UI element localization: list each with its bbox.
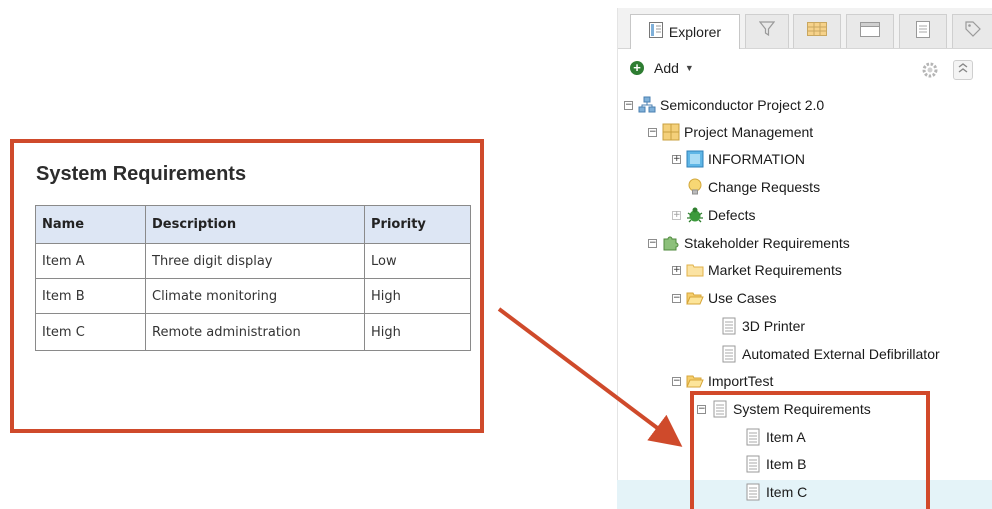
- tree-node-use-cases[interactable]: − Use Cases: [672, 287, 776, 309]
- document-title: System Requirements: [36, 163, 247, 185]
- column-header-priority: Priority: [364, 205, 471, 244]
- tree-node-label: Defects: [708, 207, 756, 223]
- requirements-table: Name Description Priority Item A Three d…: [35, 205, 471, 351]
- tag-icon: [964, 21, 981, 42]
- bug-icon: [686, 206, 704, 224]
- tab-tag[interactable]: [952, 14, 992, 48]
- tree-node-project-management[interactable]: − Project Management: [648, 121, 813, 143]
- information-icon: [686, 150, 704, 168]
- tab-window[interactable]: [846, 14, 894, 48]
- explorer-tab-icon: [648, 21, 663, 43]
- cell-priority: High: [364, 313, 471, 351]
- tree-node-importtest[interactable]: − ImportTest: [672, 370, 773, 392]
- window-icon: [860, 21, 880, 42]
- tree-node-defects[interactable]: + Defects: [672, 204, 755, 226]
- lightbulb-icon: [686, 178, 704, 196]
- tree-node-label: Market Requirements: [708, 262, 842, 278]
- panel-tabbar: Explorer: [618, 8, 992, 49]
- collapse-icon[interactable]: [953, 60, 973, 80]
- table-row: Item A Three digit display Low: [35, 243, 471, 279]
- add-button[interactable]: + Add ▼: [630, 60, 694, 76]
- tree-node-3d-printer[interactable]: 3D Printer: [720, 315, 805, 337]
- collapse-toggle[interactable]: −: [648, 238, 657, 248]
- doc-icon: [720, 345, 738, 363]
- cell-description: Climate monitoring: [145, 278, 365, 314]
- tree-node-label: Item A: [766, 429, 806, 445]
- collapse-toggle[interactable]: −: [672, 293, 681, 303]
- tree-node-information[interactable]: + INFORMATION: [672, 148, 805, 170]
- filter-icon: [758, 21, 776, 42]
- tree-node-automated-external-defibrillator[interactable]: Automated External Defibrillator: [720, 343, 940, 365]
- tree-node-semiconductor-project[interactable]: − Semiconductor Project 2.0: [624, 94, 824, 116]
- tree-node-item-b[interactable]: Item B: [744, 453, 806, 475]
- document-preview-frame: System Requirements Name Description Pri…: [10, 139, 484, 433]
- tree-node-label: Stakeholder Requirements: [684, 235, 850, 251]
- doc-icon: [744, 455, 762, 473]
- tree-node-system-requirements[interactable]: − System Requirements: [697, 398, 871, 420]
- tab-filter[interactable]: [745, 14, 789, 48]
- tree-node-item-c[interactable]: Item C: [744, 481, 807, 503]
- expand-toggle[interactable]: +: [672, 210, 681, 220]
- cell-description: Three digit display: [145, 243, 365, 279]
- collapse-toggle[interactable]: −: [624, 100, 633, 110]
- tab-explorer[interactable]: Explorer: [630, 14, 740, 49]
- add-circle-icon: +: [630, 61, 644, 75]
- table-row: Item B Climate monitoring High: [35, 278, 471, 314]
- tree-node-label: 3D Printer: [742, 318, 806, 334]
- tab-document[interactable]: [899, 14, 947, 48]
- tab-explorer-label: Explorer: [668, 24, 722, 40]
- document-icon: [916, 20, 930, 43]
- tree-node-label: Change Requests: [708, 179, 821, 195]
- doc-icon: [744, 483, 762, 501]
- cell-name: Item B: [35, 278, 146, 314]
- caret-down-icon: ▼: [684, 63, 694, 73]
- folder-icon: [686, 261, 704, 279]
- column-header-description: Description: [145, 205, 365, 244]
- project-icon: [638, 96, 656, 114]
- expand-toggle[interactable]: +: [672, 154, 681, 164]
- tree-node-item-a[interactable]: Item A: [744, 426, 806, 448]
- table-row: Item C Remote administration High: [35, 313, 471, 351]
- cell-description: Remote administration: [145, 313, 365, 351]
- table-header-row: Name Description Priority: [35, 205, 471, 244]
- expand-toggle[interactable]: +: [672, 265, 681, 275]
- cell-name: Item A: [35, 243, 146, 279]
- doc-icon: [711, 400, 729, 418]
- tree-node-stakeholder-requirements[interactable]: − Stakeholder Requirements: [648, 232, 850, 254]
- doc-icon: [744, 428, 762, 446]
- cell-priority: High: [364, 278, 471, 314]
- tree-node-label: Use Cases: [708, 290, 777, 306]
- tree-node-label: System Requirements: [733, 401, 871, 417]
- tree-node-label: Automated External Defibrillator: [742, 346, 940, 362]
- folder-open-icon: [686, 372, 704, 390]
- cell-priority: Low: [364, 243, 471, 279]
- tree-node-label: ImportTest: [708, 373, 774, 389]
- folder-grid-icon: [662, 123, 680, 141]
- doc-icon: [720, 317, 738, 335]
- tree-node-label: Project Management: [684, 124, 814, 140]
- grid-view-icon: [807, 22, 827, 41]
- settings-gear-icon[interactable]: [920, 60, 940, 80]
- puzzle-icon: [662, 234, 680, 252]
- tree-node-market-requirements[interactable]: + Market Requirements: [672, 259, 842, 281]
- tree-node-label: Semiconductor Project 2.0: [660, 97, 825, 113]
- tab-grid-view[interactable]: [793, 14, 841, 48]
- explorer-toolbar: + Add ▼: [618, 56, 992, 86]
- collapse-toggle[interactable]: −: [672, 376, 681, 386]
- folder-open-icon: [686, 289, 704, 307]
- collapse-toggle[interactable]: −: [697, 404, 706, 414]
- add-button-label: Add: [654, 60, 679, 76]
- collapse-toggle[interactable]: −: [648, 127, 657, 137]
- tree-node-change-requests[interactable]: Change Requests: [686, 176, 820, 198]
- column-header-name: Name: [35, 205, 146, 244]
- tree-node-label: Item B: [766, 456, 807, 472]
- tree-node-label: Item C: [766, 484, 808, 500]
- cell-name: Item C: [35, 313, 146, 351]
- tree-node-label: INFORMATION: [708, 151, 805, 167]
